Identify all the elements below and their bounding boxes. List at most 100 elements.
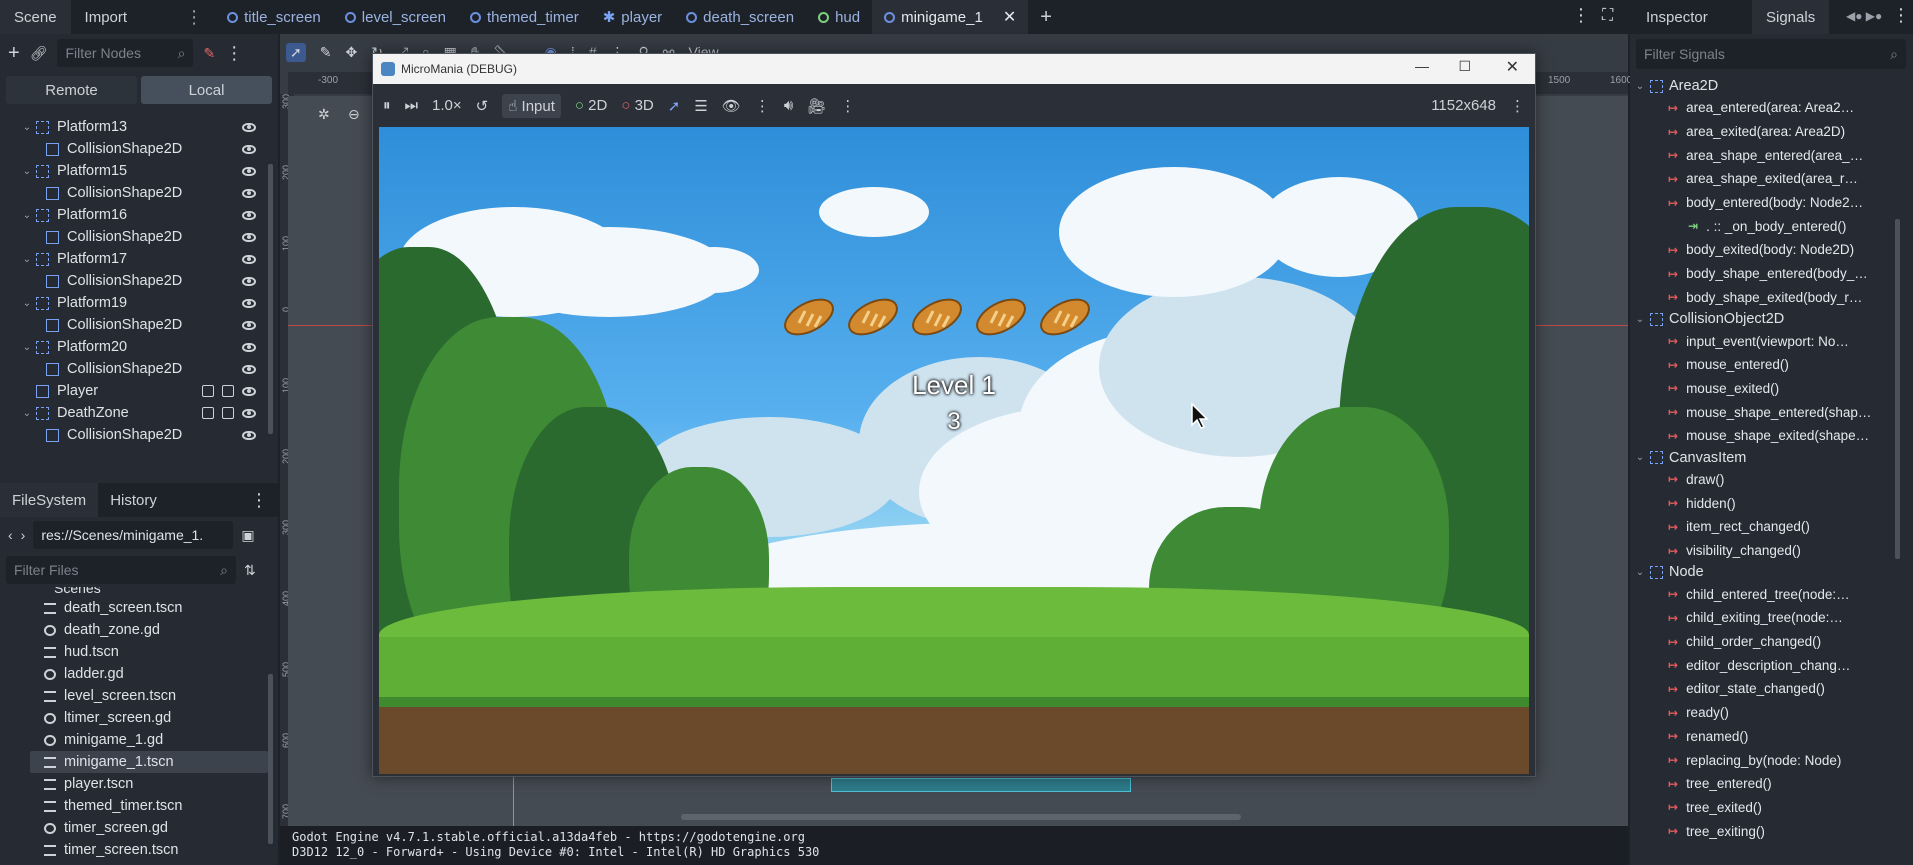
toolbar-more-icon-2[interactable]: ⋮	[840, 97, 855, 115]
scene-tree-item[interactable]: ⌄ Platform17	[0, 248, 278, 270]
file-item[interactable]: ladder.gd	[0, 663, 278, 685]
expand-icon[interactable]: ⌄	[18, 122, 36, 133]
scene-tab-minigame-1[interactable]: minigame_1 ✕	[872, 0, 1029, 34]
visibility-eye-icon[interactable]	[242, 386, 256, 396]
link-icon[interactable]: 🔗︎	[30, 45, 48, 62]
file-item[interactable]: minigame_1.gd	[0, 729, 278, 751]
tab-signals[interactable]: Signals	[1752, 0, 1830, 34]
scene-tree-item[interactable]: ⌄ Platform13	[0, 116, 278, 138]
scene-tree-item[interactable]: ⌄ Platform15	[0, 160, 278, 182]
signal-item[interactable]: ↦ tree_exited()	[1630, 796, 1913, 820]
visibility-eye-icon[interactable]	[242, 166, 256, 176]
scene-tab-player[interactable]: ✱ player	[591, 0, 674, 34]
reset-speed-icon[interactable]: ↺	[476, 97, 489, 115]
dock-arrows-icon[interactable]: ◀● ▶●	[1846, 9, 1882, 23]
signal-item[interactable]: ↦ area_entered(area: Area2…	[1630, 96, 1913, 120]
back-icon[interactable]: ‹	[8, 527, 13, 543]
scene-tree-item[interactable]: CollisionShape2D	[0, 314, 278, 336]
folder-scenes[interactable]: Scenes	[0, 587, 278, 597]
game-menu-icon[interactable]: ⋮	[1510, 97, 1525, 115]
toolbar-more-icon[interactable]: ⋮	[755, 97, 770, 115]
signal-group-header[interactable]: ⌄ Area2D	[1630, 76, 1913, 96]
filter-files-input[interactable]: Filter Files ⌕	[6, 556, 236, 584]
visibility-icon[interactable]: 👁︎	[722, 97, 741, 115]
signal-item[interactable]: ↦ visibility_changed()	[1630, 539, 1913, 563]
minimize-icon[interactable]: —	[1415, 58, 1429, 74]
local-button[interactable]: Local	[141, 76, 272, 104]
expand-icon[interactable]: ⌄	[18, 166, 36, 177]
scene-tree-item[interactable]: CollisionShape2D	[0, 182, 278, 204]
game-viewport[interactable]: Level 1 3	[379, 127, 1529, 774]
file-item[interactable]: themed_timer.tscn	[0, 795, 278, 817]
list-select-icon[interactable]: ☰	[694, 97, 707, 115]
signal-item[interactable]: ↦ body_shape_exited(body_r…	[1630, 286, 1913, 310]
file-item[interactable]: ltimer_screen.gd	[0, 707, 278, 729]
split-view-icon[interactable]: ▣	[241, 527, 254, 544]
visibility-eye-icon[interactable]	[242, 408, 256, 418]
tab-inspector[interactable]: Inspector	[1632, 0, 1722, 34]
add-node-icon[interactable]: +	[8, 42, 20, 65]
visibility-eye-icon[interactable]	[242, 188, 256, 198]
center-view-icon[interactable]: ✲	[318, 106, 330, 123]
expand-icon[interactable]: ⌄	[18, 408, 36, 419]
select-tool-icon[interactable]: ➚	[286, 42, 306, 62]
visibility-eye-icon[interactable]	[242, 276, 256, 286]
file-item[interactable]: timer_screen.tscn	[0, 839, 278, 861]
signal-item[interactable]: ↦ replacing_by(node: Node)	[1630, 748, 1913, 772]
next-frame-icon[interactable]: ⏭︎	[405, 97, 419, 114]
file-item[interactable]: player.tscn	[0, 773, 278, 795]
dock-menu-icon[interactable]: ⋮	[185, 7, 203, 28]
signal-group-header[interactable]: ⌄ CollisionObject2D	[1630, 309, 1913, 329]
visibility-eye-icon[interactable]	[242, 364, 256, 374]
signal-item[interactable]: ↦ child_entered_tree(node:…	[1630, 582, 1913, 606]
move-tool-icon[interactable]: ✥	[345, 44, 357, 61]
scene-tree-scrollbar[interactable]	[268, 164, 273, 434]
open-scene-icon[interactable]	[222, 385, 234, 397]
signal-item[interactable]: ↦ body_exited(body: Node2D)	[1630, 238, 1913, 262]
scene-tab-hud[interactable]: hud	[806, 0, 872, 34]
scene-tree-item[interactable]: HUD	[0, 446, 278, 448]
remote-button[interactable]: Remote	[6, 76, 137, 104]
signal-item[interactable]: ↦ mouse_entered()	[1630, 353, 1913, 377]
input-toggle[interactable]: ☝︎ Input	[502, 93, 561, 118]
speed-selector[interactable]: 1.0×	[432, 97, 462, 114]
expand-icon[interactable]: ⌄	[1630, 81, 1650, 92]
signal-item[interactable]: ↦ mouse_shape_exited(shape…	[1630, 424, 1913, 448]
scene-tree-item[interactable]: Player	[0, 380, 278, 402]
zoom-out-icon[interactable]: ⊖	[348, 106, 360, 123]
path-field[interactable]: res://Scenes/minigame_1.	[33, 521, 234, 549]
scene-tab-themed-timer[interactable]: themed_timer	[458, 0, 591, 34]
signal-item[interactable]: ↦ area_exited(area: Area2D)	[1630, 120, 1913, 144]
signal-item[interactable]: ↦ hidden()	[1630, 491, 1913, 515]
signal-item[interactable]: ↦ body_shape_entered(body_…	[1630, 262, 1913, 286]
select-pointer-icon[interactable]: ➚	[668, 97, 681, 115]
expand-icon[interactable]: ⌄	[18, 298, 36, 309]
signal-connection[interactable]: ⇥. :: _on_body_entered()	[1630, 214, 1913, 238]
signal-item[interactable]: ↦ mouse_exited()	[1630, 377, 1913, 401]
expand-icon[interactable]: ⌄	[18, 254, 36, 265]
expand-icon[interactable]: ⌄	[18, 342, 36, 353]
signal-item[interactable]: ↦ renamed()	[1630, 725, 1913, 749]
mode-3d-toggle[interactable]: ○ 3D	[621, 97, 653, 114]
window-close-icon[interactable]: ✕	[1506, 57, 1519, 77]
signal-item[interactable]: ↦ tree_exiting()	[1630, 819, 1913, 843]
tab-history[interactable]: History	[98, 483, 169, 517]
signal-item[interactable]: ↦ tree_entered()	[1630, 772, 1913, 796]
tab-filesystem[interactable]: FileSystem	[0, 483, 99, 517]
file-item[interactable]: death_zone.gd	[0, 619, 278, 641]
speaker-icon[interactable]: 🔊︎	[784, 97, 793, 114]
signal-item[interactable]: ↦ area_shape_entered(area_…	[1630, 143, 1913, 167]
suspend-icon[interactable]: ⏸︎	[383, 97, 391, 114]
file-item[interactable]: death_screen.tscn	[0, 597, 278, 619]
visibility-eye-icon[interactable]	[242, 342, 256, 352]
scene-tree-item[interactable]: ⌄ Platform20	[0, 336, 278, 358]
filter-signals-input[interactable]: Filter Signals ⌕	[1636, 39, 1906, 69]
visibility-eye-icon[interactable]	[242, 430, 256, 440]
signals-scrollbar[interactable]	[1895, 219, 1900, 559]
scene-tree-item[interactable]: CollisionShape2D	[0, 138, 278, 160]
scene-tree-item[interactable]: CollisionShape2D	[0, 358, 278, 380]
more-menu-icon[interactable]: ⋮	[1572, 5, 1590, 26]
signal-item[interactable]: ↦ input_event(viewport: No…	[1630, 329, 1913, 353]
expand-icon[interactable]: ⌄	[1630, 567, 1650, 578]
sort-icon[interactable]: ⇅	[244, 562, 256, 579]
